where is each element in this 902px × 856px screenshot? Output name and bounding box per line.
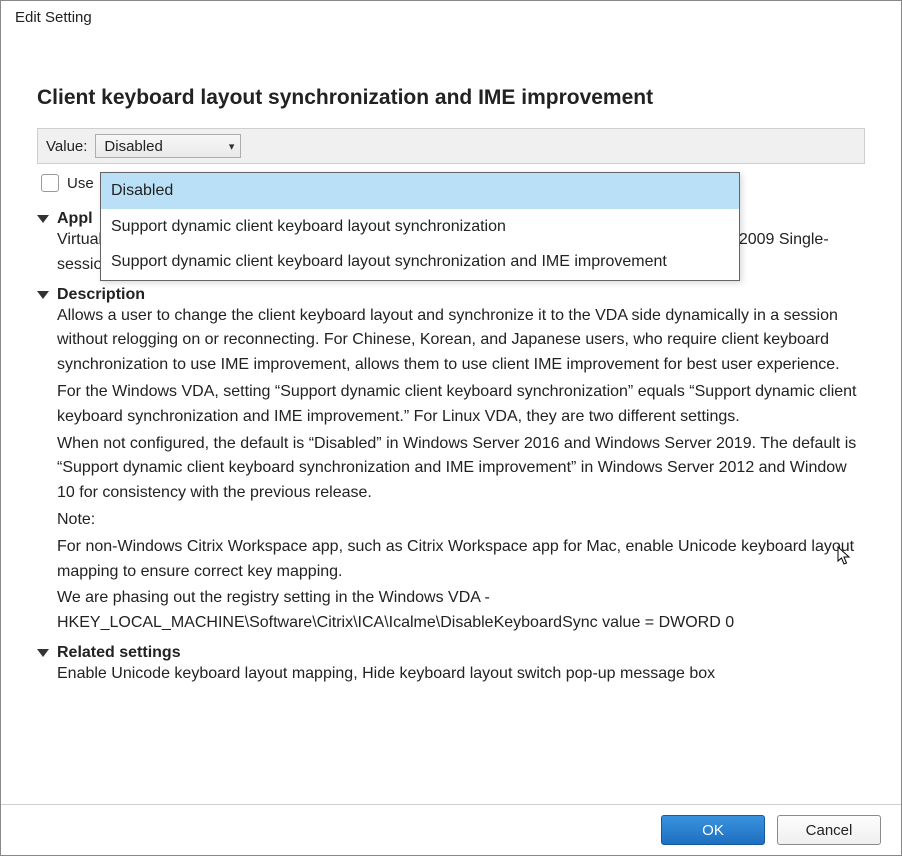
description-p3: When not configured, the default is “Dis… bbox=[57, 432, 865, 506]
dialog-footer: OK Cancel bbox=[1, 804, 901, 855]
chevron-down-icon: ▾ bbox=[229, 140, 235, 153]
value-label: Value: bbox=[46, 138, 89, 155]
section-description-body: Allows a user to change the client keybo… bbox=[57, 304, 865, 636]
description-p4: Note: bbox=[57, 508, 865, 533]
value-dropdown[interactable]: Disabled Support dynamic client keyboard… bbox=[100, 172, 740, 281]
description-p5: For non-Windows Citrix Workspace app, su… bbox=[57, 535, 865, 585]
section-description-title: Description bbox=[57, 286, 145, 304]
section-description: Description Allows a user to change the … bbox=[37, 286, 865, 636]
edit-setting-dialog: Edit Setting Client keyboard layout sync… bbox=[0, 0, 902, 856]
section-description-header[interactable]: Description bbox=[37, 286, 865, 304]
use-default-label: Use bbox=[67, 175, 94, 192]
setting-heading: Client keyboard layout synchronization a… bbox=[37, 86, 865, 110]
section-related-header[interactable]: Related settings bbox=[37, 644, 865, 662]
triangle-down-icon bbox=[37, 291, 49, 299]
description-p1: Allows a user to change the client keybo… bbox=[57, 304, 865, 378]
triangle-down-icon bbox=[37, 649, 49, 657]
description-p2: For the Windows VDA, setting “Support dy… bbox=[57, 380, 865, 430]
description-p6: We are phasing out the registry setting … bbox=[57, 586, 865, 636]
section-related-title: Related settings bbox=[57, 644, 181, 662]
value-combobox[interactable]: Disabled ▾ bbox=[95, 134, 241, 158]
cancel-button[interactable]: Cancel bbox=[777, 815, 881, 845]
section-related: Related settings Enable Unicode keyboard… bbox=[37, 644, 865, 687]
section-applies-to-title: Appl bbox=[57, 210, 93, 228]
value-combobox-text: Disabled bbox=[104, 138, 162, 155]
value-option-sync[interactable]: Support dynamic client keyboard layout s… bbox=[101, 209, 739, 245]
window-title: Edit Setting bbox=[1, 1, 901, 32]
value-row: Value: Disabled ▾ bbox=[37, 128, 865, 164]
ok-button[interactable]: OK bbox=[661, 815, 765, 845]
section-related-body: Enable Unicode keyboard layout mapping, … bbox=[57, 662, 865, 687]
use-default-checkbox[interactable] bbox=[41, 174, 59, 192]
triangle-down-icon bbox=[37, 215, 49, 223]
value-option-sync-ime[interactable]: Support dynamic client keyboard layout s… bbox=[101, 244, 739, 280]
value-option-disabled[interactable]: Disabled bbox=[101, 173, 739, 209]
